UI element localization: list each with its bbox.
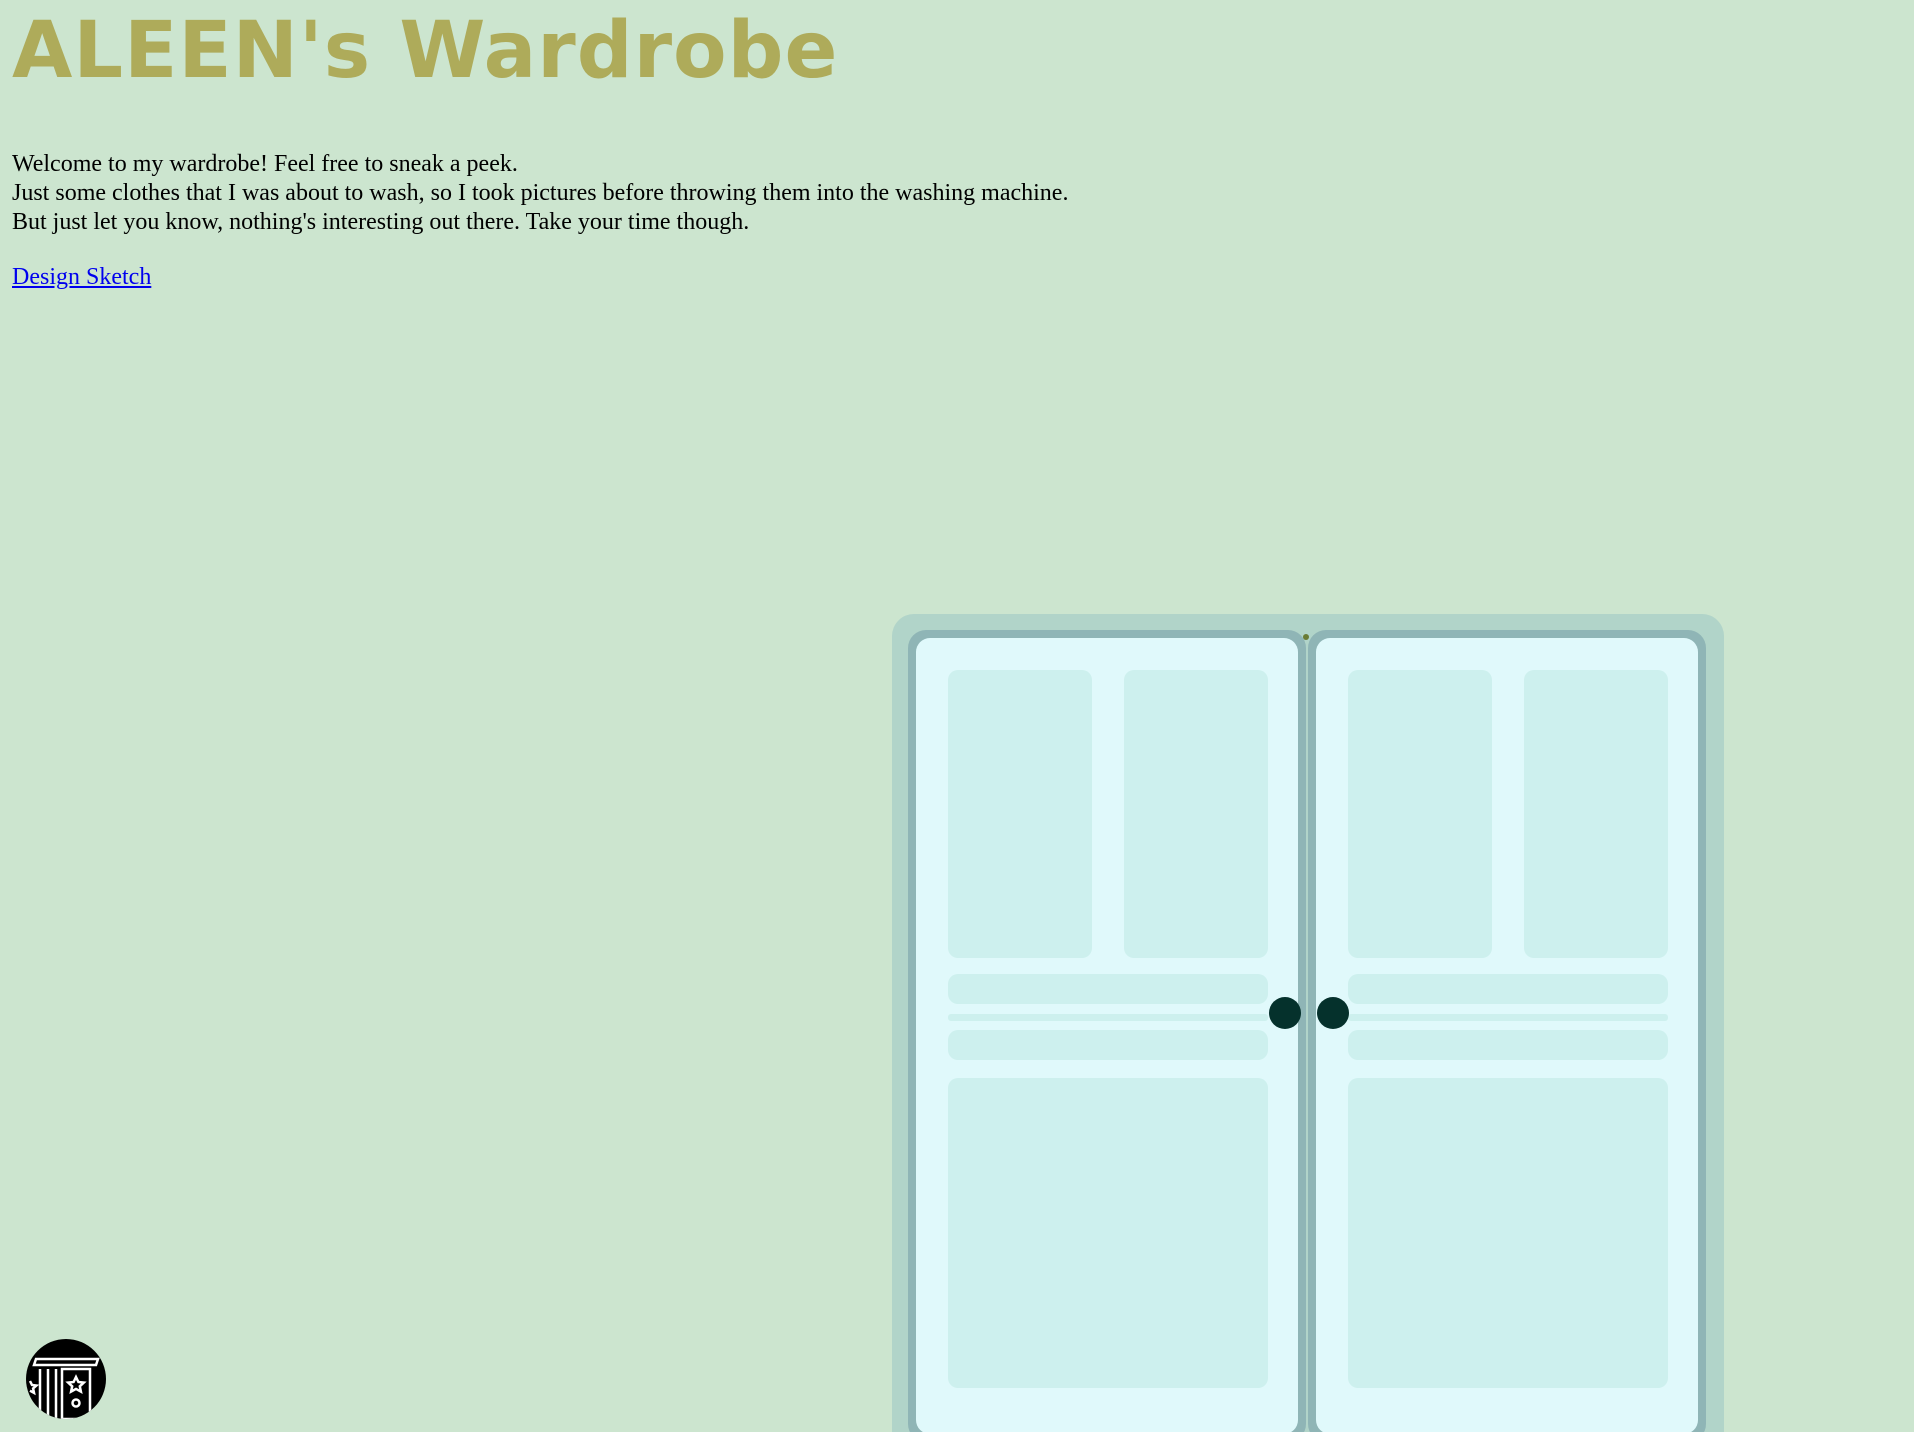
intro-text: Welcome to my wardrobe! Feel free to sne… [12, 150, 1068, 237]
door-rail [948, 974, 1268, 1004]
left-door-knob[interactable] [1269, 997, 1301, 1029]
door-rail [1348, 1014, 1668, 1021]
door-panel [948, 670, 1092, 958]
wardrobe-left-door[interactable] [908, 630, 1306, 1432]
hinge-dot [1303, 634, 1309, 640]
door-panel [1524, 670, 1668, 958]
wardrobe [892, 614, 1724, 1432]
door-face [1316, 638, 1698, 1432]
door-panel [1348, 1078, 1668, 1388]
door-face [916, 638, 1298, 1432]
intro-line: But just let you know, nothing's interes… [12, 209, 750, 235]
door-panel [1124, 670, 1268, 958]
door-rail [948, 1014, 1268, 1021]
wardrobe-right-door[interactable] [1308, 630, 1706, 1432]
door-rail [1348, 974, 1668, 1004]
door-panel [1348, 670, 1492, 958]
wardrobe-logo-icon[interactable] [26, 1339, 106, 1419]
intro-line: Just some clothes that I was about to wa… [12, 180, 1069, 206]
design-sketch-link[interactable]: Design Sketch [12, 263, 151, 292]
door-rail [1348, 1030, 1668, 1060]
door-panel [948, 1078, 1268, 1388]
intro-line: Welcome to my wardrobe! Feel free to sne… [12, 151, 518, 177]
page-title: ALEEN's Wardrobe [12, 6, 839, 96]
right-door-knob[interactable] [1317, 997, 1349, 1029]
door-rail [948, 1030, 1268, 1060]
